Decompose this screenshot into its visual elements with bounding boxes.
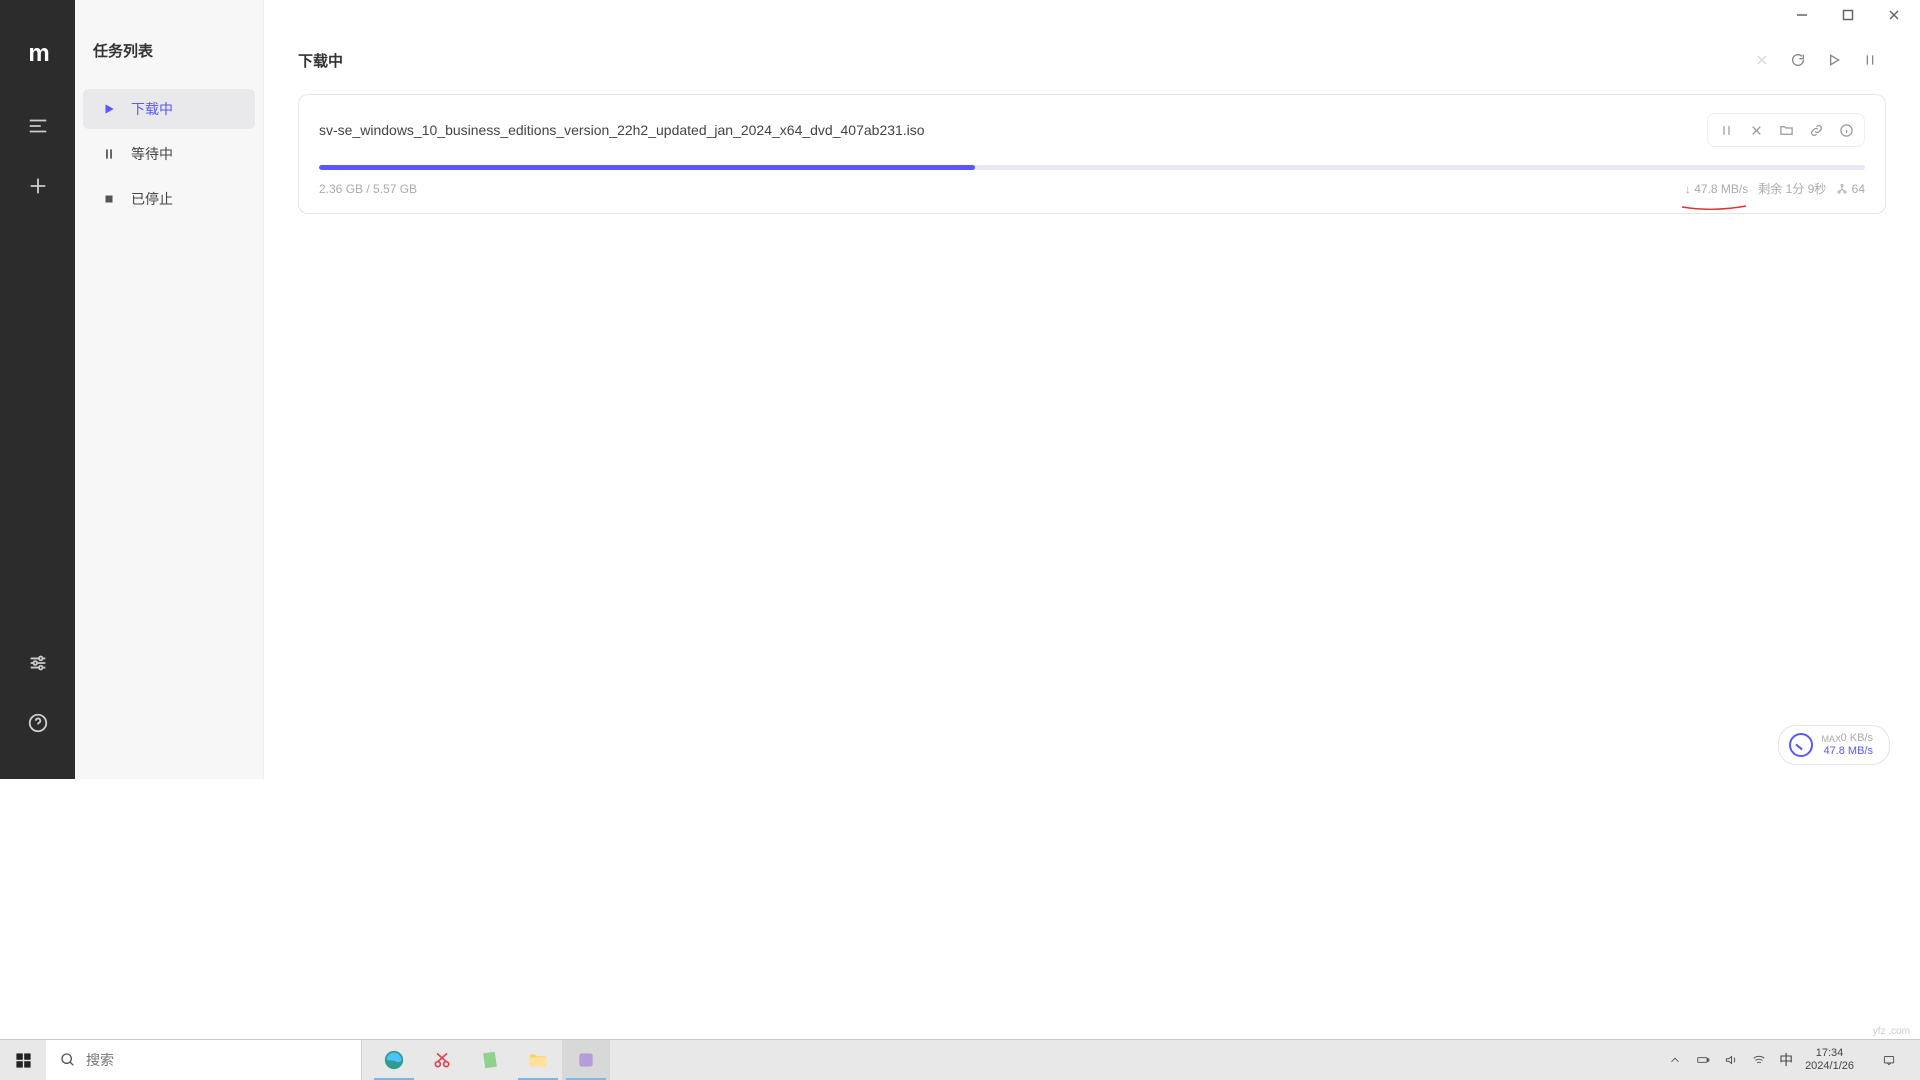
sidebar-item-downloading[interactable]: 下载中 (83, 89, 255, 129)
tray-time: 17:34 (1816, 1047, 1844, 1060)
progress-bar (319, 165, 1865, 170)
sidebar-item-waiting[interactable]: 等待中 (83, 134, 255, 174)
progress-fill (319, 165, 975, 170)
download-speed-total: 47.8 MB/s (1823, 745, 1873, 758)
download-actions (1707, 113, 1865, 147)
app-window: m 任务列表 下载中 等待中 (0, 0, 1920, 779)
download-speed: ↓ 47.8 MB/s (1685, 182, 1748, 196)
pause-icon (101, 147, 117, 161)
copy-link-button[interactable] (1802, 116, 1830, 144)
page-title: 下载中 (298, 50, 343, 71)
settings-icon[interactable] (18, 643, 58, 683)
gauge-icon (1789, 733, 1813, 757)
search-icon (60, 1052, 76, 1068)
taskbar-search[interactable]: 搜索 (46, 1040, 362, 1080)
windows-taskbar: 搜索 中 17:34 2024/1/26 (0, 1039, 1920, 1080)
taskbar-app-notes[interactable] (466, 1040, 514, 1080)
close-button[interactable] (1876, 6, 1912, 24)
open-folder-button[interactable] (1772, 116, 1800, 144)
maximize-button[interactable] (1830, 6, 1866, 24)
window-controls (1784, 6, 1912, 24)
download-connections: 64 (1836, 182, 1865, 196)
refresh-button[interactable] (1782, 44, 1814, 76)
pause-download-button[interactable] (1712, 116, 1740, 144)
tray-chevron-up-icon[interactable] (1667, 1052, 1683, 1068)
tray-notifications-icon[interactable] (1866, 1040, 1912, 1080)
app-logo: m (28, 40, 46, 68)
icon-sidebar: m (0, 0, 75, 779)
tray-ime[interactable]: 中 (1779, 1050, 1793, 1070)
speed-badge[interactable]: MAX 0 KB/s 47.8 MB/s (1778, 725, 1890, 765)
search-placeholder: 搜索 (86, 1050, 114, 1070)
download-card[interactable]: sv-se_windows_10_business_editions_versi… (298, 94, 1886, 214)
tray-clock[interactable]: 17:34 2024/1/26 (1805, 1047, 1854, 1073)
sidebar-item-label: 下载中 (131, 99, 173, 119)
resume-all-button[interactable] (1818, 44, 1850, 76)
taskbar-app-motrix[interactable] (562, 1040, 610, 1080)
tray-wifi-icon[interactable] (1751, 1052, 1767, 1068)
minimize-button[interactable] (1784, 6, 1820, 24)
add-task-icon[interactable] (18, 166, 58, 206)
annotation-underline (1681, 200, 1747, 206)
taskbar-app-edge[interactable] (370, 1040, 418, 1080)
pause-all-button[interactable] (1854, 44, 1886, 76)
stop-icon (101, 192, 117, 206)
play-icon (101, 102, 117, 116)
sidebar-title: 任务列表 (75, 40, 263, 89)
cancel-download-button[interactable] (1742, 116, 1770, 144)
start-button[interactable] (0, 1040, 46, 1080)
delete-all-button[interactable] (1746, 44, 1778, 76)
tray-volume-icon[interactable] (1723, 1052, 1739, 1068)
main-area: 下载中 sv-se_windows_10_business_editions_v… (264, 0, 1920, 779)
help-icon[interactable] (18, 703, 58, 743)
watermark: yfz .com (1873, 1026, 1910, 1037)
max-label: MAX (1821, 734, 1841, 744)
sidebar-item-label: 已停止 (131, 189, 173, 209)
info-button[interactable] (1832, 116, 1860, 144)
download-remaining: 剩余 1分 9秒 (1758, 180, 1826, 197)
category-sidebar: 任务列表 下载中 等待中 已停止 (75, 0, 264, 779)
tray-battery-icon[interactable] (1695, 1052, 1711, 1068)
tray-date: 2024/1/26 (1805, 1060, 1854, 1073)
menu-toggle-icon[interactable] (18, 106, 58, 146)
upload-speed: 0 KB/s (1841, 732, 1873, 745)
sidebar-item-stopped[interactable]: 已停止 (83, 179, 255, 219)
taskbar-app-snip[interactable] (418, 1040, 466, 1080)
taskbar-app-explorer[interactable] (514, 1040, 562, 1080)
sidebar-item-label: 等待中 (131, 144, 173, 164)
download-filename: sv-se_windows_10_business_editions_versi… (319, 122, 925, 138)
download-size-text: 2.36 GB / 5.57 GB (319, 182, 417, 196)
